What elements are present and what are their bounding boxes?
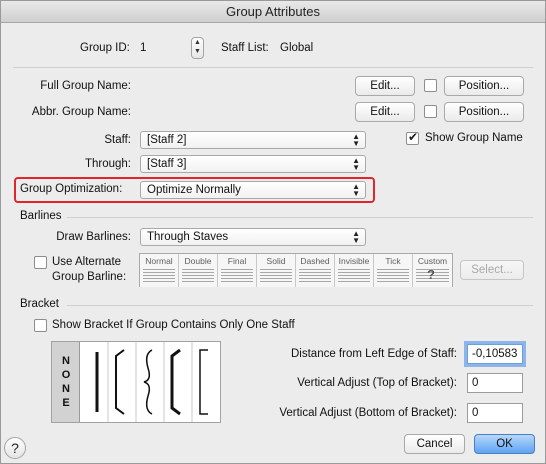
group-attributes-dialog: Group Attributes Group ID: 1 ▲ ▼ Staff Li… (0, 0, 546, 464)
bracket-none-option[interactable]: NONE (52, 342, 80, 422)
updown-arrows-icon: ▲ ▼ (352, 229, 360, 245)
barline-double-option[interactable]: Double (179, 254, 218, 287)
barline-dashed-option[interactable]: Dashed (296, 254, 335, 287)
divider (67, 305, 533, 306)
staff-popup-value: [Staff 2] (147, 134, 187, 146)
vertical-adjust-bottom-field[interactable]: 0 (467, 403, 523, 423)
abbr-name-edit-button[interactable]: Edit... (355, 102, 415, 122)
divider (13, 67, 533, 68)
staff-list-label: Staff List: (221, 42, 269, 54)
show-group-name-checkbox[interactable] (406, 130, 419, 145)
bracket-square-option[interactable] (199, 349, 208, 415)
vertical-adjust-bottom-label: Vertical Adjust (Bottom of Bracket): (279, 407, 457, 419)
barline-final-option[interactable]: Final (218, 254, 257, 287)
barline-normal-option[interactable]: Normal (140, 254, 179, 287)
bracket-section-label: Bracket (20, 298, 59, 310)
through-label: Through: (84, 158, 131, 170)
group-id-stepper[interactable]: ▲ ▼ (191, 37, 204, 59)
barlines-section-label: Barlines (20, 210, 62, 222)
full-name-position-button[interactable]: Position... (444, 76, 524, 96)
barline-invisible-option[interactable]: Invisible (335, 254, 374, 287)
staff-list-value: Global (280, 42, 314, 54)
bracket-none-label: NONE (61, 355, 71, 409)
updown-arrows-icon: ▲ ▼ (352, 132, 360, 148)
divider (67, 217, 533, 218)
draw-barlines-value: Through Staves (147, 231, 229, 243)
ok-button[interactable]: OK (474, 434, 535, 454)
cancel-button[interactable]: Cancel (404, 434, 465, 454)
select-barline-button[interactable]: Select... (460, 260, 524, 280)
show-group-name-label: Show Group Name (425, 132, 523, 144)
bracket-piano-option[interactable] (115, 349, 125, 415)
bracket-thick-hook-option[interactable] (170, 348, 181, 416)
group-id-label: Group ID: (80, 42, 130, 54)
updown-arrows-icon: ▲ ▼ (352, 182, 360, 198)
abbr-name-position-checkbox[interactable] (424, 105, 437, 118)
barline-custom-option[interactable]: Custom ? (413, 254, 452, 287)
help-button[interactable]: ? (4, 437, 26, 459)
show-bracket-one-staff-label: Show Bracket If Group Contains Only One … (52, 319, 295, 331)
use-alternate-label: Use Alternate (52, 256, 122, 268)
group-optimization-popup[interactable]: Optimize Normally ▲ ▼ (140, 181, 366, 199)
full-name-edit-button[interactable]: Edit... (355, 76, 415, 96)
draw-barlines-popup[interactable]: Through Staves ▲ ▼ (140, 228, 366, 246)
bracket-styles-svg (95, 342, 208, 422)
draw-barlines-label: Draw Barlines: (56, 231, 131, 243)
barline-tick-option[interactable]: Tick (374, 254, 413, 287)
through-popup[interactable]: [Staff 3] ▲ ▼ (140, 155, 366, 173)
full-group-name-label: Full Group Name: (40, 80, 131, 92)
group-optimization-label: Group Optimization: (20, 183, 123, 195)
distance-label: Distance from Left Edge of Staff: (291, 348, 457, 360)
show-bracket-one-staff-checkbox[interactable] (34, 319, 47, 332)
staff-popup[interactable]: [Staff 2] ▲ ▼ (140, 131, 366, 149)
bracket-curly-option[interactable] (143, 349, 153, 415)
abbr-name-position-button[interactable]: Position... (444, 102, 524, 122)
abbr-group-name-label: Abbr. Group Name: (31, 106, 131, 118)
barline-solid-option[interactable]: Solid (257, 254, 296, 287)
distance-field[interactable]: -0,10583 (467, 344, 523, 364)
use-alternate-barline-checkbox[interactable] (34, 256, 47, 269)
barline-type-palette: Normal Double Final Solid Dashed Invisib… (139, 253, 453, 287)
vertical-adjust-top-field[interactable]: 0 (467, 373, 523, 393)
staff-label: Staff: (104, 134, 131, 146)
updown-arrows-icon: ▲ ▼ (352, 156, 360, 172)
window-title: Group Attributes (1, 1, 545, 23)
full-name-position-checkbox[interactable] (424, 79, 437, 92)
group-id-value: 1 (140, 42, 147, 54)
bracket-style-palette: NONE (51, 341, 221, 423)
group-optimization-value: Optimize Normally (147, 184, 241, 196)
question-icon: ? (427, 267, 435, 282)
through-popup-value: [Staff 3] (147, 158, 187, 170)
vertical-adjust-top-label: Vertical Adjust (Top of Bracket): (297, 377, 457, 389)
group-barline-label: Group Barline: (52, 271, 127, 283)
